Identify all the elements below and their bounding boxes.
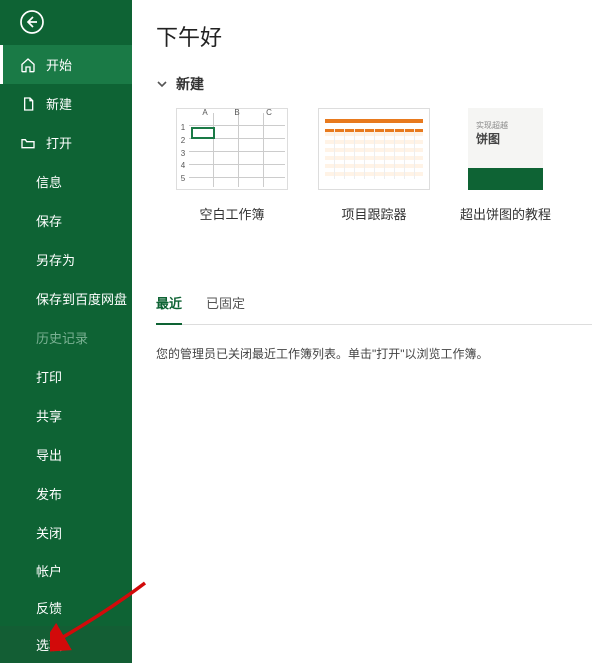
nav-feedback[interactable]: 反馈 [0,589,132,626]
template-project-tracker[interactable]: 项目跟踪器 [318,108,430,223]
nav-label: 发布 [36,484,62,503]
nav-info[interactable]: 信息 [0,162,132,201]
tab-pinned[interactable]: 已固定 [206,293,245,316]
folder-open-icon [20,135,36,151]
nav-publish[interactable]: 发布 [0,474,132,513]
nav-label: 保存 [36,211,62,230]
nav-save[interactable]: 保存 [0,201,132,240]
nav-label: 帐户 [36,561,62,580]
chevron-down-icon [156,78,168,90]
nav-open[interactable]: 打开 [0,123,132,162]
back-arrow-icon [20,10,44,37]
template-thumb: ABC 12345 [176,108,288,190]
home-icon [20,57,36,73]
backstage-content: 下午好 新建 ABC 12345 空白工作簿 项目跟踪器 实现超越 [132,0,600,662]
nav-label: 信息 [36,172,62,191]
nav-print[interactable]: 打印 [0,357,132,396]
section-label: 新建 [176,74,204,94]
section-new-heading[interactable]: 新建 [156,74,600,94]
nav-label: 选项 [36,635,62,654]
nav-label: 打开 [46,133,72,152]
nav-close[interactable]: 关闭 [0,513,132,552]
template-label: 超出饼图的教程 [460,204,551,223]
nav-label: 另存为 [36,250,75,269]
backstage-sidebar: 开始 新建 打开 信息 保存 另存为 保存到百度网盘 历史记录 打印 共享 [0,0,132,662]
nav-label: 历史记录 [36,328,88,347]
template-label: 项目跟踪器 [341,204,406,223]
recent-disabled-notice: 您的管理员已关闭最近工作簿列表。单击"打开"以浏览工作簿。 [156,345,600,362]
nav-history: 历史记录 [0,318,132,357]
nav-label: 打印 [36,367,62,386]
nav-label: 共享 [36,406,62,425]
nav-home[interactable]: 开始 [0,45,132,84]
nav-new[interactable]: 新建 [0,84,132,123]
tab-recent[interactable]: 最近 [156,293,182,316]
template-thumb: 实现超越 饼图 [468,108,543,190]
template-label: 空白工作簿 [199,204,264,223]
nav-share[interactable]: 共享 [0,396,132,435]
nav-account[interactable]: 帐户 [0,552,132,589]
nav-export[interactable]: 导出 [0,435,132,474]
nav-save-as[interactable]: 另存为 [0,240,132,279]
nav-label: 保存到百度网盘 [36,289,127,308]
template-thumb [318,108,430,190]
nav-label: 开始 [46,55,72,74]
template-gallery: ABC 12345 空白工作簿 项目跟踪器 实现超越 饼图 超出饼图的教程 [156,108,600,223]
template-pie-tutorial[interactable]: 实现超越 饼图 超出饼图的教程 [460,108,551,223]
nav-label: 反馈 [36,598,62,617]
back-button[interactable] [14,10,50,37]
recent-tabs: 最近 已固定 [156,293,592,325]
sidebar-bottom: 帐户 反馈 选项 [0,552,132,669]
nav-save-baidu[interactable]: 保存到百度网盘 [0,279,132,318]
nav-options[interactable]: 选项 [0,626,132,663]
file-icon [20,96,36,112]
nav-label: 新建 [46,94,72,113]
nav-label: 导出 [36,445,62,464]
greeting: 下午好 [156,20,600,52]
nav-label: 关闭 [36,523,62,542]
template-blank-workbook[interactable]: ABC 12345 空白工作簿 [176,108,288,223]
